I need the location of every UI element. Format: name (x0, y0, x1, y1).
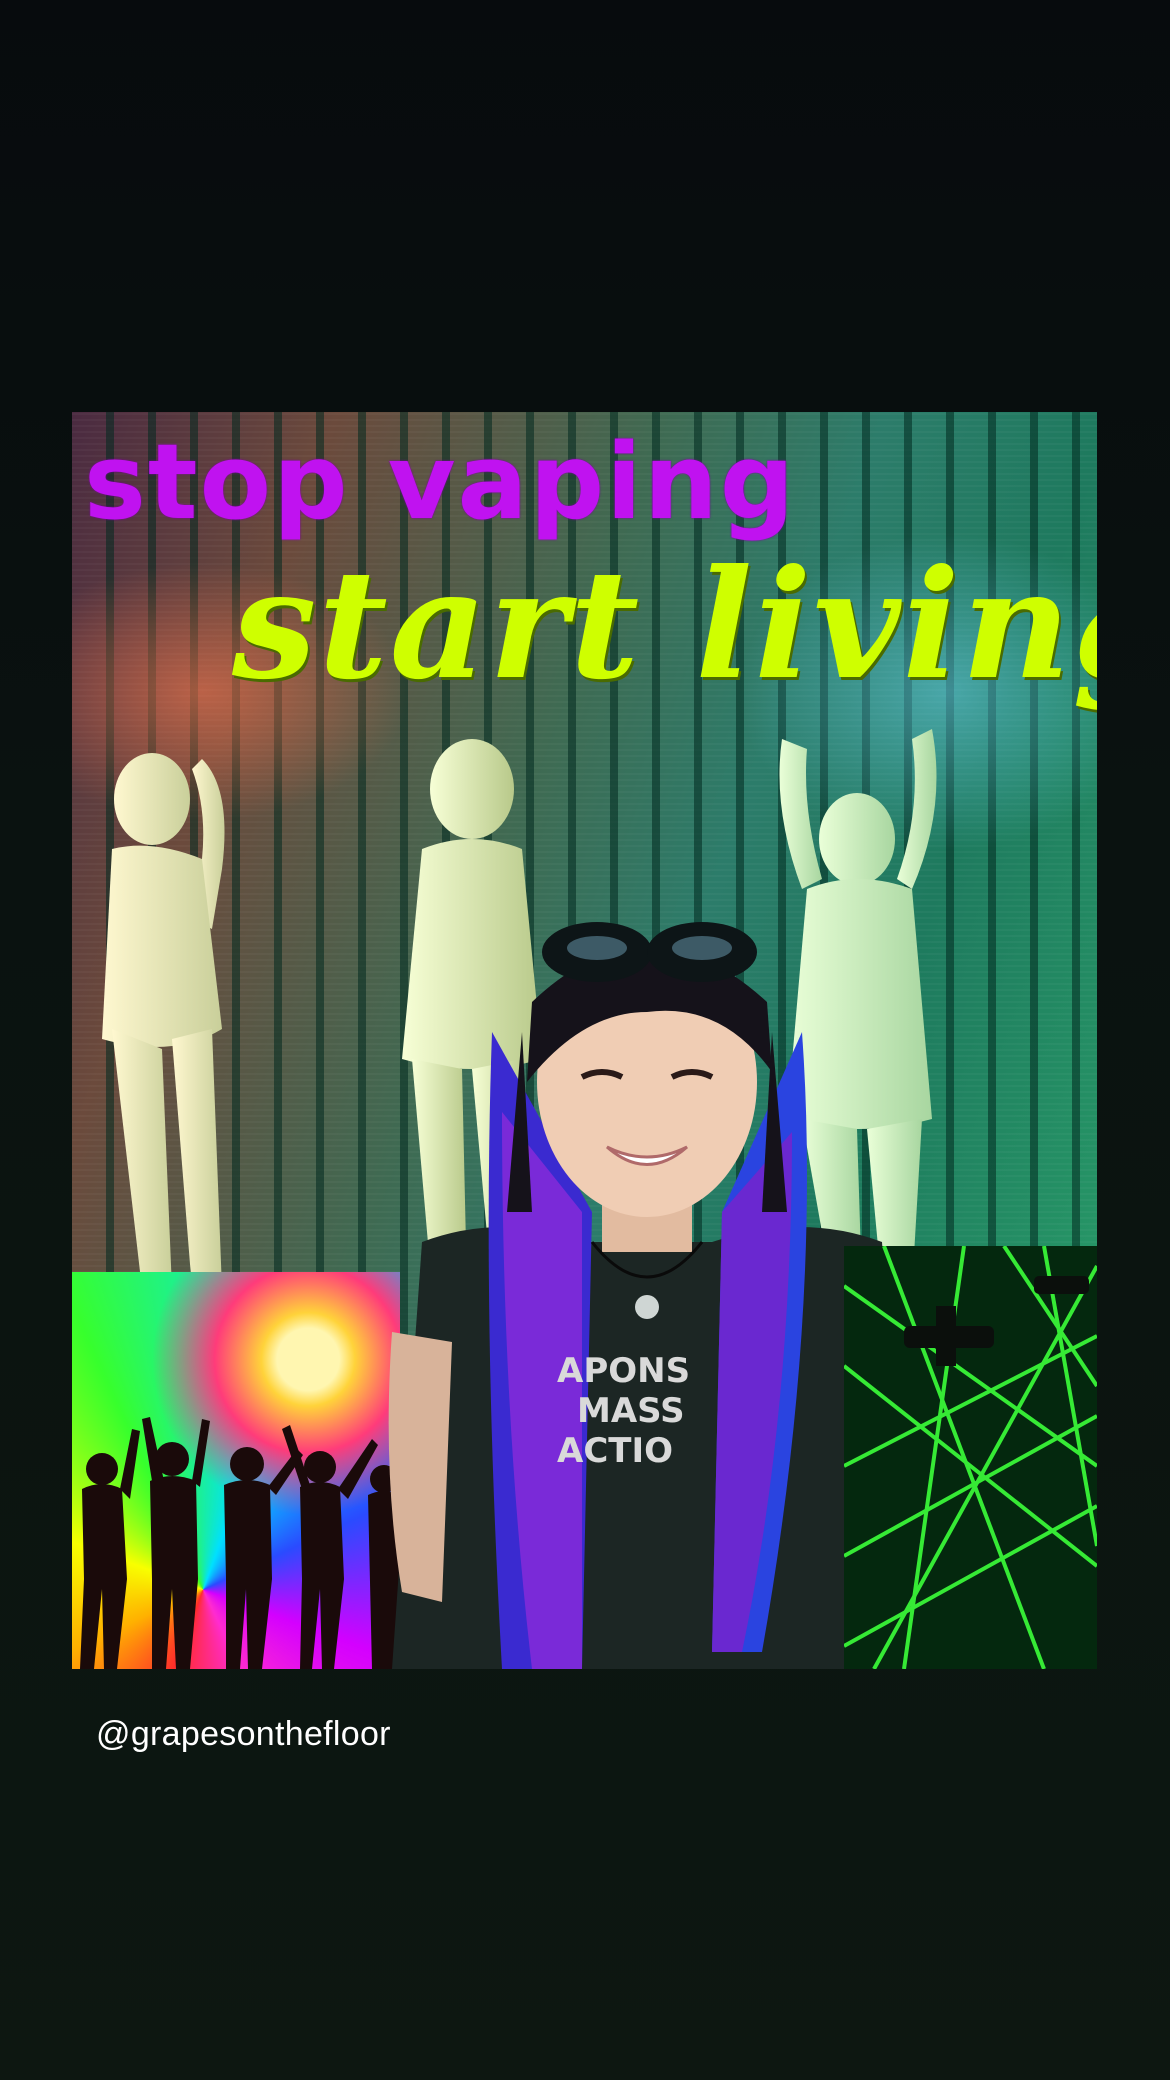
svg-text:ACTIO: ACTIO (557, 1431, 673, 1471)
laser-lights-panel (844, 1246, 1097, 1669)
story-canvas: stop vaping start living APONS MASS ACTI… (0, 0, 1170, 2080)
dancer-figure (82, 729, 272, 1289)
headline-stop-vaping: stop vaping (84, 421, 797, 543)
username-handle[interactable]: @grapesonthefloor (96, 1715, 391, 1754)
headline-start-living: start living (232, 537, 1097, 713)
rainbow-party-panel (72, 1272, 400, 1669)
svg-text:APONS: APONS (557, 1351, 690, 1391)
person-photo: APONS MASS ACTIO (382, 912, 912, 1669)
dancing-silhouettes-icon (80, 1417, 400, 1669)
collage-image: stop vaping start living APONS MASS ACTI… (72, 412, 1097, 1669)
svg-text:MASS: MASS (577, 1391, 685, 1431)
